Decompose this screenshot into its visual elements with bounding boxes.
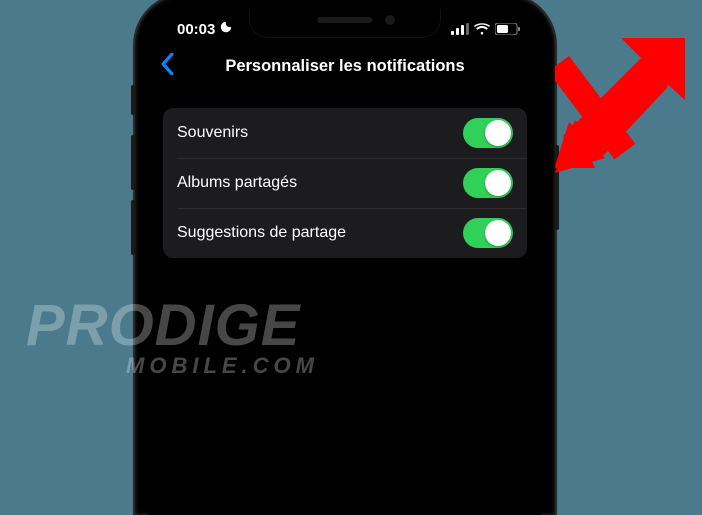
- row-suggestions-partage: Suggestions de partage: [163, 208, 527, 258]
- status-time: 00:03: [177, 21, 215, 38]
- toggle-albums-partages[interactable]: [463, 168, 513, 198]
- phone-notch: [250, 9, 440, 37]
- row-albums-partages: Albums partagés: [163, 158, 527, 208]
- mute-switch: [131, 85, 135, 115]
- row-label: Suggestions de partage: [177, 224, 346, 242]
- phone-screen: 00:03: [149, 9, 541, 515]
- back-button[interactable]: [161, 53, 179, 80]
- cellular-signal-icon: [451, 23, 469, 35]
- volume-down-button: [131, 200, 135, 255]
- phone-frame: 00:03: [135, 0, 555, 515]
- toggle-suggestions-partage[interactable]: [463, 218, 513, 248]
- annotation-arrow-icon: [555, 38, 685, 173]
- row-label: Souvenirs: [177, 124, 248, 142]
- settings-group: Souvenirs Albums partagés Suggestions de…: [163, 108, 527, 258]
- power-button: [555, 145, 559, 230]
- wifi-icon: [474, 23, 490, 35]
- toggle-souvenirs[interactable]: [463, 118, 513, 148]
- page-title: Personnaliser les notifications: [149, 57, 541, 76]
- row-label: Albums partagés: [177, 174, 297, 192]
- do-not-disturb-icon: [219, 20, 233, 38]
- volume-up-button: [131, 135, 135, 190]
- row-souvenirs: Souvenirs: [163, 108, 527, 158]
- annotation-arrow-icon: [555, 38, 685, 173]
- navigation-bar: Personnaliser les notifications: [149, 49, 541, 94]
- battery-icon: [495, 23, 521, 35]
